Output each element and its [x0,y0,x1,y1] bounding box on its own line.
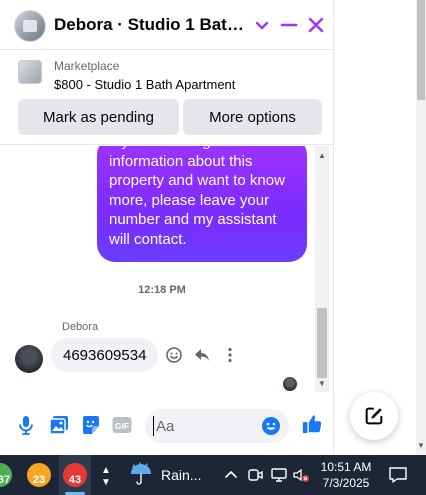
page-scrollbar[interactable]: ▼ [416,0,426,455]
contact-avatar[interactable] [14,10,46,42]
message-composer: GIF [0,400,334,455]
outgoing-message-text: If you want to get more information abou… [109,146,285,248]
chevron-down-icon[interactable] [250,13,274,37]
chat-window: Debora · Studio 1 Bath Ap... Marketplace… [0,0,334,455]
page-scroll-down-arrow-icon[interactable]: ▼ [417,442,425,450]
notification-center-icon[interactable] [388,465,408,485]
taskbar-app-1[interactable]: 37 [0,461,14,489]
minimize-icon[interactable] [277,13,301,37]
chat-header: Debora · Studio 1 Bath Ap... [0,0,334,50]
meet-now-icon[interactable] [246,466,264,484]
listing-title[interactable]: $800 - Studio 1 Bath Apartment [54,77,235,92]
weather-text: Rain... [161,467,202,483]
incoming-message-text: 4693609534 [63,346,147,364]
page-scrollbar-thumb[interactable] [417,0,425,100]
taskbar-app-3[interactable]: 43 [61,461,89,489]
sender-name: Debora [62,321,99,333]
reply-icon[interactable] [193,346,211,364]
chat-title[interactable]: Debora · Studio 1 Bath Ap... [54,15,250,35]
clock-date: 7/3/2025 [322,476,370,490]
message-timestamp: 12:18 PM [138,284,186,296]
app-1-badge: 37 [0,474,11,486]
sticker-icon[interactable] [80,414,102,436]
new-message-button[interactable] [350,392,398,440]
message-input[interactable] [153,416,257,436]
scroll-down-arrow-icon[interactable]: ▼ [318,380,326,388]
network-icon[interactable] [270,466,288,484]
microphone-icon[interactable] [15,414,37,436]
close-icon[interactable] [304,13,328,37]
system-clock[interactable]: 10:51 AM 7/3/2025 [314,459,378,491]
message-list: If you want to get more information abou… [0,146,334,396]
weather-widget[interactable]: Rain... [128,462,206,487]
app-2-badge: 23 [32,474,46,486]
more-options-button[interactable]: More options [183,99,322,135]
svg-text:GIF: GIF [115,421,129,431]
message-scrollbar[interactable]: ▲ ▼ [315,146,329,392]
more-actions-icon[interactable] [221,346,239,364]
listing-thumbnail[interactable] [18,60,42,84]
react-icon[interactable] [165,346,183,364]
taskbar-chevron-down-icon[interactable]: ▼ [101,478,111,488]
message-scrollbar-thumb[interactable] [317,308,327,378]
photo-icon[interactable] [48,414,70,436]
umbrella-icon [131,462,151,485]
listing-source: Marketplace [54,59,120,73]
seen-receipt-avatar [283,377,297,391]
app-3-badge: 43 [68,474,82,486]
taskbar-chevron-up-icon[interactable]: ▲ [101,466,111,476]
taskbar-app-2[interactable]: 23 [25,461,53,489]
sender-avatar[interactable] [15,345,43,373]
clock-time: 10:51 AM [320,460,372,474]
screen: Debora · Studio 1 Bath Ap... Marketplace… [0,0,426,495]
taskbar: 37 23 43 ▲ ▼ Rain... 10:51 AM 7/3/2025 [0,455,426,495]
outgoing-message: If you want to get more information abou… [97,146,307,262]
compose-icon [365,407,383,425]
marketplace-listing-card: Marketplace $800 - Studio 1 Bath Apartme… [0,50,334,145]
message-input-box[interactable] [145,409,289,443]
show-hidden-icons-chevron-icon[interactable] [222,466,240,484]
thumbs-up-icon[interactable] [301,413,325,437]
emoji-icon[interactable] [261,416,281,436]
incoming-message: 4693609534 [51,338,159,372]
mark-as-pending-button[interactable]: Mark as pending [18,99,179,135]
scroll-up-arrow-icon[interactable]: ▲ [318,152,326,160]
volume-muted-icon[interactable] [292,466,310,484]
gif-icon[interactable]: GIF [111,414,133,436]
